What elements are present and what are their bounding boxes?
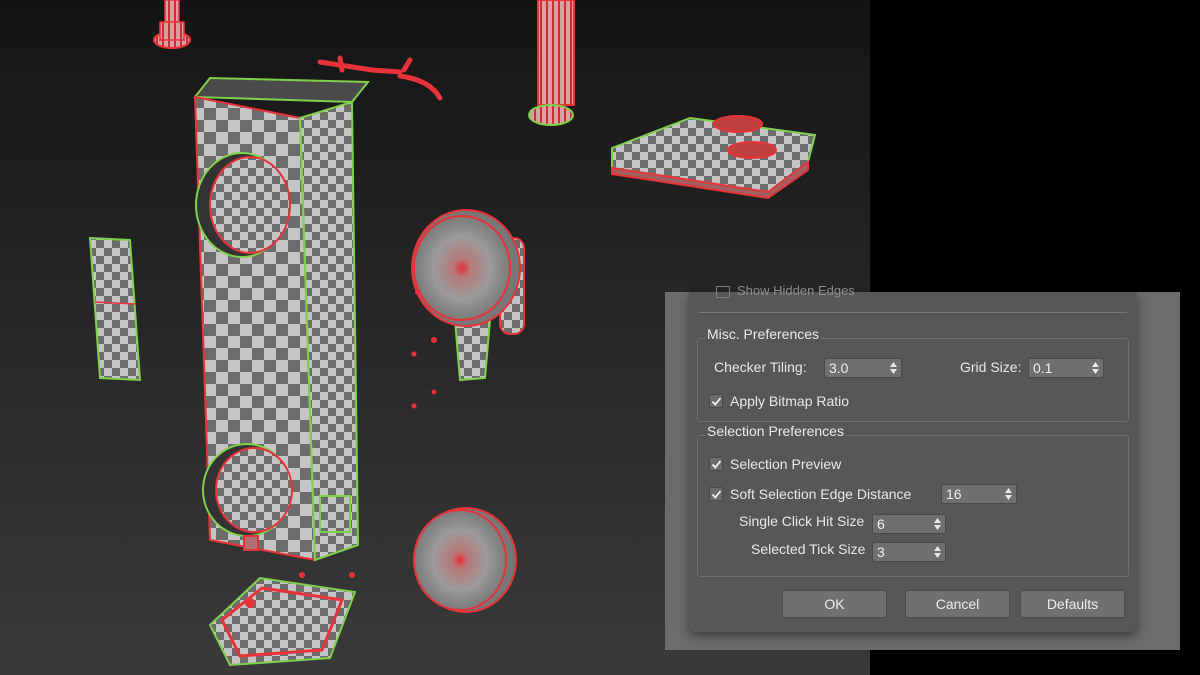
soft-selection-checkbox[interactable] [709, 487, 723, 501]
single-click-hit-size-value: 6 [877, 516, 885, 532]
flat-plate-piece [611, 115, 817, 200]
apply-bitmap-ratio-label: Apply Bitmap Ratio [730, 393, 850, 409]
tall-box-piece [192, 76, 371, 562]
show-hidden-edges-checkbox[interactable] [716, 286, 730, 298]
side-plate-piece [88, 236, 142, 382]
grid-size-value: 0.1 [1033, 360, 1053, 376]
checker-tiling-value: 3.0 [829, 360, 849, 376]
selected-tick-size-label: Selected Tick Size [751, 541, 866, 557]
round-disc-piece [413, 507, 517, 613]
selection-preferences-title: Selection Preferences [705, 423, 846, 439]
show-hidden-edges-label: Show Hidden Edges [737, 283, 855, 298]
spinner-arrows-icon[interactable] [933, 517, 942, 531]
soft-selection-spinner[interactable]: 16 [941, 484, 1017, 504]
misc-preferences-group: Misc. Preferences Checker Tiling: 3.0 Gr… [697, 326, 1129, 422]
spinner-arrows-icon[interactable] [1091, 361, 1100, 375]
grid-size-label: Grid Size: [960, 359, 1022, 375]
single-click-hit-size-label: Single Click Hit Size [739, 513, 865, 529]
defaults-button[interactable]: Defaults [1020, 590, 1125, 618]
spinner-arrows-icon[interactable] [889, 361, 898, 375]
checker-tiling-spinner[interactable]: 3.0 [824, 358, 902, 378]
checkmark-icon [711, 397, 722, 406]
pillar-piece-top [528, 0, 575, 126]
selected-tick-size-spinner[interactable]: 3 [872, 542, 946, 562]
dial-disc-piece [411, 209, 525, 382]
selected-tick-size-value: 3 [877, 544, 885, 560]
spinner-arrows-icon[interactable] [933, 545, 942, 559]
checkmark-icon [711, 490, 722, 499]
ok-button[interactable]: OK [782, 590, 887, 618]
single-click-hit-size-spinner[interactable]: 6 [872, 514, 946, 534]
spinner-arrows-icon[interactable] [1004, 487, 1013, 501]
pin-piece-top-left [153, 0, 191, 49]
preferences-dialog: Show Hidden Edges Misc. Preferences Chec… [689, 283, 1137, 632]
checker-tiling-label: Checker Tiling: [714, 359, 807, 375]
misc-preferences-title: Misc. Preferences [705, 326, 822, 342]
cancel-button[interactable]: Cancel [905, 590, 1010, 618]
selection-preview-label: Selection Preview [730, 456, 842, 472]
selection-preview-checkbox[interactable] [709, 457, 723, 471]
tray-piece [208, 572, 357, 667]
hidden-edges-row: Show Hidden Edges [699, 283, 1127, 313]
grid-size-spinner[interactable]: 0.1 [1028, 358, 1104, 378]
apply-bitmap-ratio-checkbox[interactable] [709, 394, 723, 408]
selection-preferences-group: Selection Preferences Selection Preview … [697, 423, 1129, 577]
soft-selection-value: 16 [946, 486, 962, 502]
soft-selection-label: Soft Selection Edge Distance [730, 486, 912, 502]
checkmark-icon [711, 460, 722, 469]
